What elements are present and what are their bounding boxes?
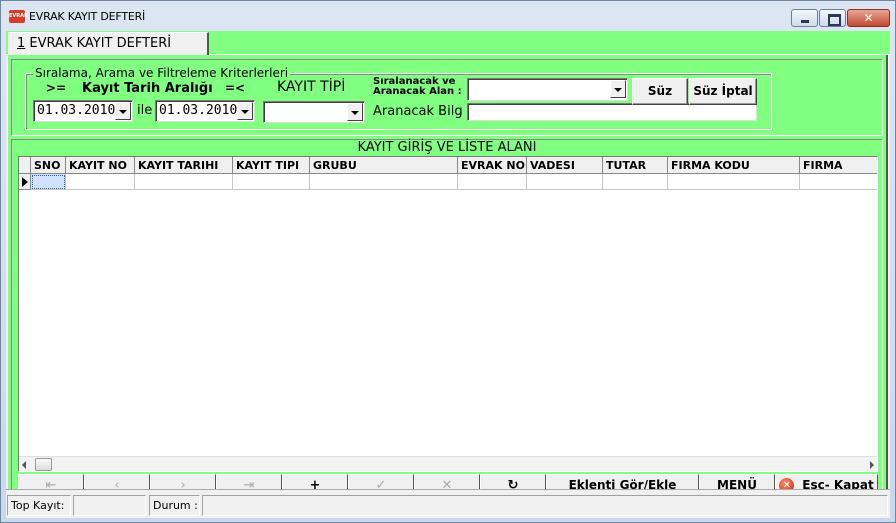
scroll-right-icon[interactable] (870, 461, 874, 469)
window-title: EVRAK KAYIT DEFTERİ (29, 10, 146, 23)
grid-cell[interactable] (527, 174, 603, 190)
chevron-down-icon[interactable] (237, 102, 253, 120)
col-header-kayit-no[interactable]: KAYIT NO (66, 157, 135, 174)
lte-label: =< (225, 81, 246, 95)
sort-field-label-2: Aranacak Alan : (373, 86, 462, 97)
col-header-grubu[interactable]: GRUBU (310, 157, 458, 174)
horizontal-scrollbar[interactable] (19, 456, 877, 471)
main-window: EVRAK EVRAK KAYIT DEFTERİ ✕ 1 EVRAK KAYI… (0, 0, 896, 523)
start-date-value: 01.03.2010 (37, 103, 116, 118)
close-window-button[interactable]: ✕ (847, 9, 890, 27)
between-label: ile (137, 103, 153, 118)
col-header-evrak-no[interactable]: EVRAK NO (458, 157, 527, 174)
start-date-combo[interactable]: 01.03.2010 (33, 100, 133, 122)
tab-strip: 1 EVRAK KAYIT DEFTERİ (6, 31, 890, 56)
app-logo-icon: EVRAK (9, 10, 28, 23)
close-icon: ✕ (863, 11, 874, 25)
tab-evrak-kayit-defteri[interactable]: 1 EVRAK KAYIT DEFTERİ (8, 32, 209, 56)
filter-button[interactable]: Süz (632, 78, 688, 105)
grid-cell[interactable] (800, 174, 877, 190)
total-records-label: Top Kayıt: (7, 495, 71, 516)
grid-header: SNO KAYIT NO KAYIT TARIHI KAYIT TIPI GRU… (19, 157, 877, 174)
date-range-label: Kayıt Tarih Aralığı (82, 81, 213, 96)
col-header-firma-kodu[interactable]: FIRMA KODU (668, 157, 800, 174)
gte-label: >= (46, 81, 67, 95)
chevron-down-icon[interactable] (115, 102, 131, 120)
filter-panel: Sıralama, Arama ve Filtreleme Kriterlerl… (11, 59, 883, 136)
end-date-value: 01.03.2010 (159, 103, 238, 118)
grid-cell[interactable] (458, 174, 527, 190)
title-bar[interactable]: EVRAK EVRAK KAYIT DEFTERİ ✕ (1, 1, 895, 31)
row-indicator-icon[interactable] (19, 174, 31, 190)
state-value (202, 495, 888, 516)
col-header-sno[interactable]: SNO (31, 157, 66, 174)
scroll-thumb[interactable] (35, 458, 52, 471)
chevron-down-icon[interactable] (347, 103, 363, 121)
scroll-left-icon[interactable] (22, 461, 26, 469)
records-grid[interactable]: SNO KAYIT NO KAYIT TARIHI KAYIT TIPI GRU… (18, 156, 878, 472)
grid-cell[interactable] (668, 174, 800, 190)
grid-panel: KAYIT GİRİŞ VE LİSTE ALANI SNO KAYIT NO … (11, 139, 883, 510)
minimize-button[interactable] (791, 9, 818, 27)
chevron-down-icon[interactable] (610, 80, 626, 98)
grid-cell-sno[interactable] (31, 174, 66, 190)
status-bar: Top Kayıt: Durum : (6, 489, 890, 518)
col-header-vadesi[interactable]: VADESI (527, 157, 603, 174)
tab-label: EVRAK KAYIT DEFTERİ (25, 36, 172, 51)
filter-group-title: Sıralama, Arama ve Filtreleme Kriterlerl… (33, 66, 291, 80)
record-type-label: KAYIT TİPİ (277, 79, 346, 95)
record-type-combo[interactable] (263, 101, 365, 123)
filter-cancel-label: Süz İptal (693, 84, 753, 98)
col-header-kayit-tarihi[interactable]: KAYIT TARIHI (135, 157, 233, 174)
grid-cell[interactable] (233, 174, 310, 190)
grid-cell[interactable] (310, 174, 458, 190)
filter-button-label: Süz (647, 84, 673, 98)
col-header-kayit-tipi[interactable]: KAYIT TIPI (233, 157, 310, 174)
search-input[interactable] (467, 103, 757, 121)
filter-cancel-button[interactable]: Süz İptal (689, 78, 757, 105)
header-indicator (19, 157, 31, 174)
grid-title: KAYIT GİRİŞ VE LİSTE ALANI (357, 140, 537, 155)
grid-cell[interactable] (135, 174, 233, 190)
total-records-value (73, 495, 146, 516)
col-header-firma[interactable]: FIRMA (800, 157, 877, 174)
maximize-button[interactable] (819, 9, 846, 27)
search-label: Aranacak Bilg (373, 104, 463, 119)
tab-page: Sıralama, Arama ve Filtreleme Kriterlerl… (8, 55, 888, 516)
state-label: Durum : (149, 495, 200, 516)
grid-cell[interactable] (603, 174, 668, 190)
client-area: 1 EVRAK KAYIT DEFTERİ Sıralama, Arama ve… (6, 31, 890, 518)
col-header-tutar[interactable]: TUTAR (603, 157, 668, 174)
sort-field-combo[interactable] (467, 78, 628, 101)
grid-cell[interactable] (66, 174, 135, 190)
end-date-combo[interactable]: 01.03.2010 (155, 100, 255, 122)
